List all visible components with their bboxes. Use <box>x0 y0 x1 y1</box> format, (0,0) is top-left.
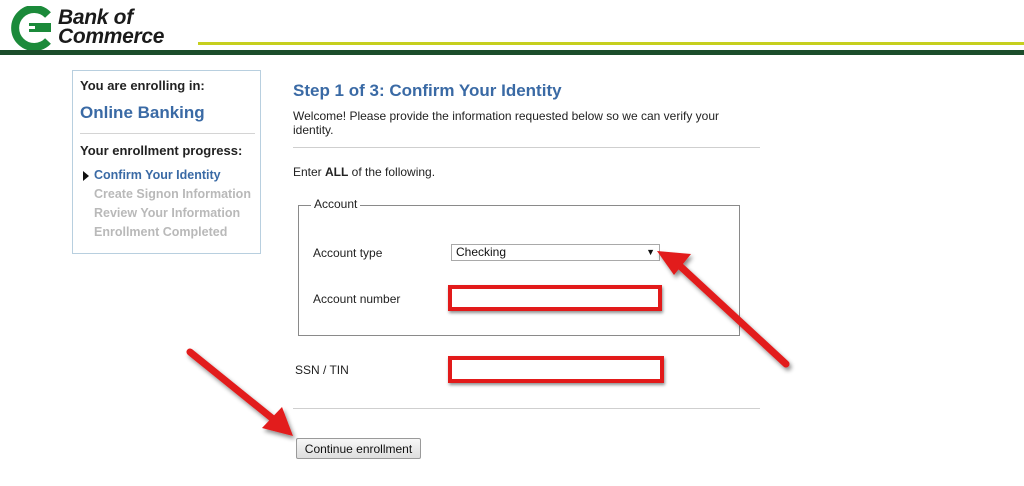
intro-text: Welcome! Please provide the information … <box>293 109 719 137</box>
brand-name-line2: Commerce <box>58 25 165 48</box>
bank-logo-icon[interactable] <box>10 6 56 50</box>
progress-step-create-signon: Create Signon Information <box>80 185 251 204</box>
enrollment-sidebar: You are enrolling in: Online Banking You… <box>72 70 261 254</box>
ssn-tin-label: SSN / TIN <box>295 363 349 377</box>
header-divider <box>0 50 1024 55</box>
progress-step-confirm-identity: Confirm Your Identity <box>80 166 251 185</box>
progress-step-label: Review Your Information <box>94 206 241 220</box>
enrolled-product-name: Online Banking <box>80 103 205 122</box>
account-type-select[interactable]: Checking ▼ <box>451 244 660 261</box>
page-title: Step 1 of 3: Confirm Your Identity <box>293 81 562 100</box>
form-bottom-divider <box>293 408 760 409</box>
bank-logo-wordmark[interactable]: Bank of Commerce <box>58 7 165 48</box>
account-type-label: Account type <box>313 246 383 260</box>
account-type-selected-value: Checking <box>456 245 507 259</box>
account-fieldset-legend: Account <box>311 197 361 211</box>
account-number-label: Account number <box>313 292 401 306</box>
instructions-prefix: Enter <box>293 165 326 179</box>
progress-step-label: Create Signon Information <box>94 187 251 201</box>
ssn-tin-input[interactable] <box>452 360 660 379</box>
instructions-suffix: of the following. <box>348 165 436 179</box>
progress-label: Your enrollment progress: <box>80 143 243 158</box>
continue-enrollment-button[interactable]: Continue enrollment <box>296 438 421 459</box>
triangle-right-icon <box>83 171 89 181</box>
account-number-input[interactable] <box>452 289 658 307</box>
arrow-to-continue-button-icon <box>186 348 293 436</box>
progress-steps: Confirm Your Identity Create Signon Info… <box>80 166 251 242</box>
page-header: Bank of Commerce <box>0 0 1024 58</box>
progress-step-review-info: Review Your Information <box>80 204 251 223</box>
enrolling-in-label: You are enrolling in: <box>80 78 205 93</box>
ssn-tin-highlight <box>448 356 664 383</box>
instructions-text: Enter ALL of the following. <box>293 165 435 179</box>
chevron-down-icon[interactable]: ▼ <box>646 245 655 260</box>
instructions-emphasis: ALL <box>325 165 349 179</box>
progress-step-label: Confirm Your Identity <box>94 168 221 182</box>
header-accent-line <box>198 42 1024 45</box>
sidebar-divider <box>80 133 255 134</box>
progress-step-label: Enrollment Completed <box>94 225 228 239</box>
section-divider <box>293 147 760 148</box>
progress-step-enrollment-completed: Enrollment Completed <box>80 223 251 242</box>
account-fieldset <box>298 205 740 336</box>
account-number-highlight <box>448 285 662 311</box>
